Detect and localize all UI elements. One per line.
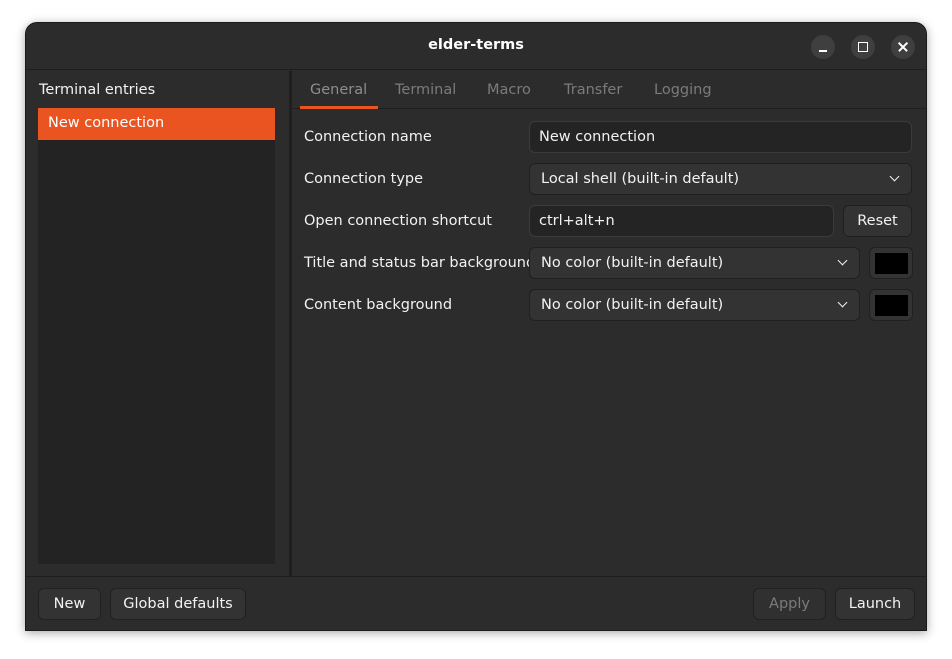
tab-macro[interactable]: Macro — [487, 82, 531, 98]
entries-heading: Terminal entries — [39, 82, 156, 98]
chevron-down-icon — [837, 255, 848, 266]
connection-name-label: Connection name — [304, 129, 432, 145]
maximize-button[interactable] — [851, 35, 875, 59]
connection-type-label: Connection type — [304, 171, 424, 187]
title-bg-label: Title and status bar background — [304, 255, 536, 271]
tab-bar: General Terminal Macro Transfer Logging — [292, 71, 926, 109]
content-bg-dropdown[interactable]: No color (built-in default) — [529, 289, 860, 321]
title-bg-dropdown[interactable]: No color (built-in default) — [529, 247, 860, 279]
title-bar: elder-terms — [26, 23, 926, 70]
connection-type-value: Local shell (built-in default) — [541, 171, 740, 187]
title-bg-swatch — [875, 253, 908, 274]
content-bg-label: Content background — [304, 297, 453, 313]
apply-button[interactable]: Apply — [753, 588, 826, 620]
entry-new-connection[interactable]: New connection — [38, 108, 275, 140]
tab-transfer[interactable]: Transfer — [564, 82, 622, 98]
title-bg-value: No color (built-in default) — [541, 255, 724, 271]
shortcut-input[interactable]: ctrl+alt+n — [529, 205, 834, 237]
settings-pane: General Terminal Macro Transfer Logging … — [292, 71, 926, 576]
content-bg-value: No color (built-in default) — [541, 297, 724, 313]
minimize-button[interactable] — [811, 35, 835, 59]
entry-list[interactable]: New connection — [38, 108, 275, 564]
main-window: elder-terms Terminal entries New connect… — [25, 22, 927, 631]
connection-type-dropdown[interactable]: Local shell (built-in default) — [529, 163, 912, 195]
entries-pane: Terminal entries New connection — [26, 71, 289, 576]
tab-terminal[interactable]: Terminal — [395, 82, 456, 98]
new-entry-button[interactable]: New — [38, 588, 101, 620]
action-bar: New Global defaults Apply Launch — [26, 576, 926, 630]
reset-shortcut-button[interactable]: Reset — [843, 205, 912, 237]
connection-name-input[interactable]: New connection — [529, 121, 912, 153]
chevron-down-icon — [837, 297, 848, 308]
tab-logging[interactable]: Logging — [654, 82, 712, 98]
title-bg-color-button[interactable] — [869, 247, 913, 279]
shortcut-label: Open connection shortcut — [304, 213, 492, 229]
window-title: elder-terms — [428, 37, 524, 53]
content-bg-swatch — [875, 295, 908, 316]
active-tab-indicator — [300, 106, 378, 109]
chevron-down-icon — [889, 171, 900, 182]
global-defaults-button[interactable]: Global defaults — [110, 588, 246, 620]
close-button[interactable] — [891, 35, 915, 59]
launch-button[interactable]: Launch — [835, 588, 915, 620]
tab-general[interactable]: General — [310, 82, 367, 98]
content-bg-color-button[interactable] — [869, 289, 913, 321]
